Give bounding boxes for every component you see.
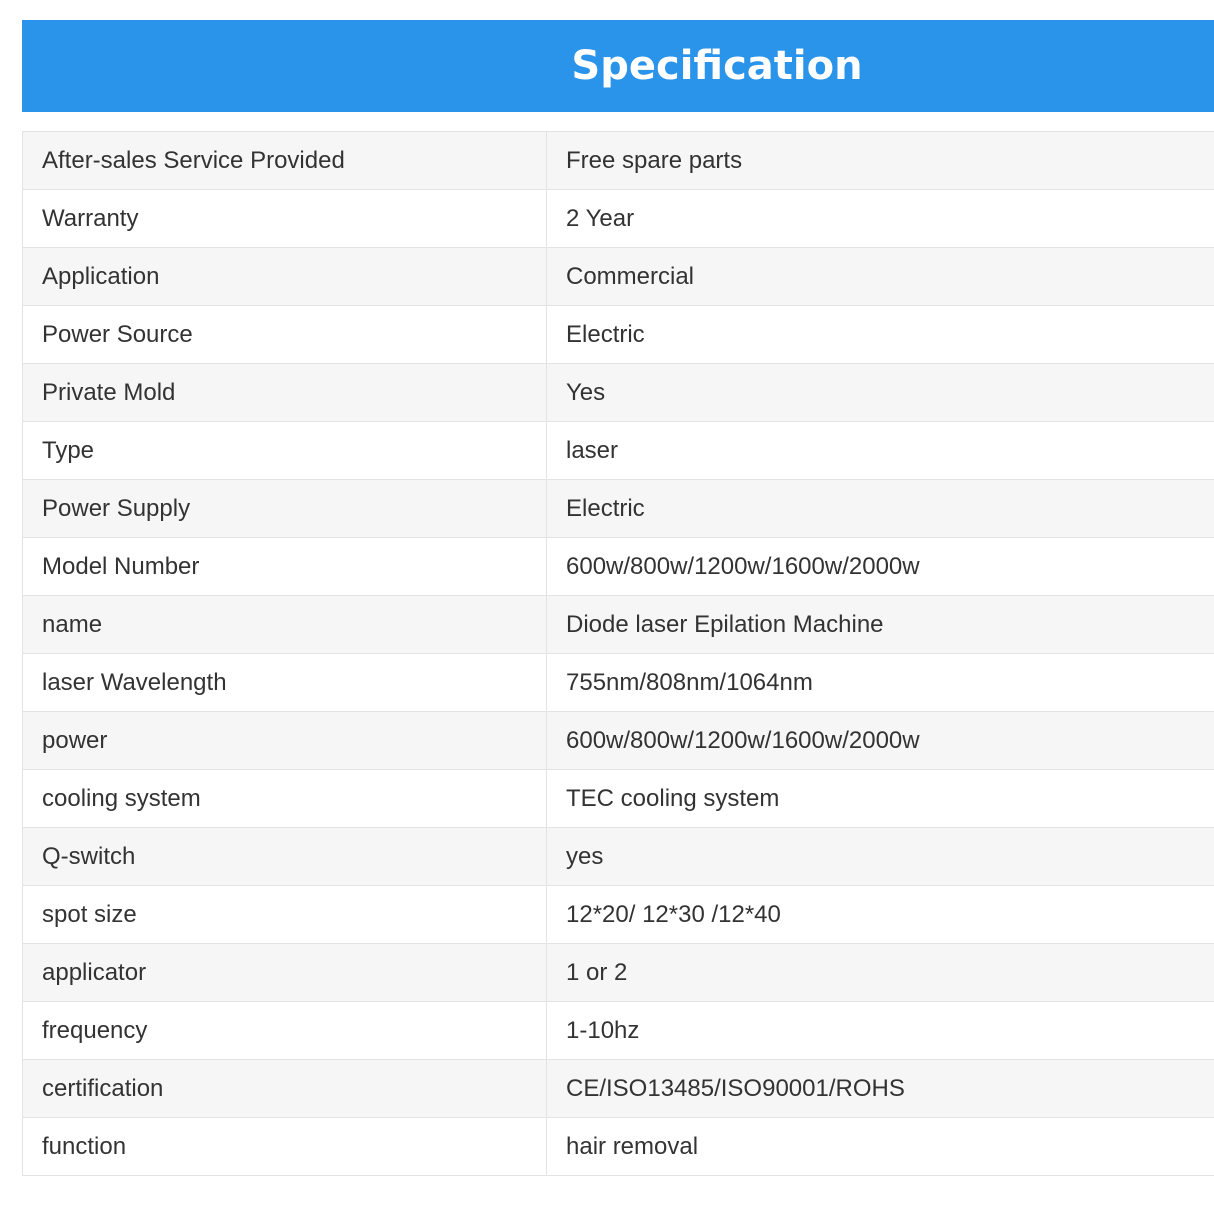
spec-value: Electric [546,305,1214,364]
spec-key: laser Wavelength [22,653,547,712]
spec-key: function [22,1117,547,1176]
table-row: Warranty 2 Year [22,189,1214,248]
spec-value: hair removal [546,1117,1214,1176]
table-row: name Diode laser Epilation Machine [22,595,1214,654]
spec-key: spot size [22,885,547,944]
table-row: function hair removal [22,1117,1214,1176]
spec-value: 2 Year [546,189,1214,248]
spec-key: name [22,595,547,654]
spec-key: Q-switch [22,827,547,886]
spec-value: CE/ISO13485/ISO90001/ROHS [546,1059,1214,1118]
spec-key: Type [22,421,547,480]
spec-key: applicator [22,943,547,1002]
spec-value: yes [546,827,1214,886]
spec-key: Model Number [22,537,547,596]
table-row: cooling system TEC cooling system [22,769,1214,828]
table-row: After-sales Service Provided Free spare … [22,131,1214,190]
table-row: Q-switch yes [22,827,1214,886]
spec-key: frequency [22,1001,547,1060]
spec-key: After-sales Service Provided [22,131,547,190]
table-row: certification CE/ISO13485/ISO90001/ROHS [22,1059,1214,1118]
table-row: spot size 12*20/ 12*30 /12*40 [22,885,1214,944]
table-row: applicator 1 or 2 [22,943,1214,1002]
table-row: power 600w/800w/1200w/1600w/2000w [22,711,1214,770]
spec-value: 755nm/808nm/1064nm [546,653,1214,712]
spec-value: Commercial [546,247,1214,306]
spec-key: Power Supply [22,479,547,538]
spec-value: 600w/800w/1200w/1600w/2000w [546,537,1214,596]
spec-key: Private Mold [22,363,547,422]
spec-value: 12*20/ 12*30 /12*40 [546,885,1214,944]
specification-title: Specification [571,43,863,89]
spec-value: Electric [546,479,1214,538]
spec-key: certification [22,1059,547,1118]
table-row: Power Supply Electric [22,479,1214,538]
table-row: Type laser [22,421,1214,480]
spec-key: Power Source [22,305,547,364]
table-row: frequency 1-10hz [22,1001,1214,1060]
table-row: Power Source Electric [22,305,1214,364]
spec-value: TEC cooling system [546,769,1214,828]
spec-key: Application [22,247,547,306]
spec-value: laser [546,421,1214,480]
spec-value: 1 or 2 [546,943,1214,1002]
spec-value: 1-10hz [546,1001,1214,1060]
spec-value: Free spare parts [546,131,1214,190]
table-row: Model Number 600w/800w/1200w/1600w/2000w [22,537,1214,596]
spec-table: After-sales Service Provided Free spare … [22,131,1214,1176]
table-row: Application Commercial [22,247,1214,306]
spec-key: Warranty [22,189,547,248]
spec-value: Yes [546,363,1214,422]
spec-value: 600w/800w/1200w/1600w/2000w [546,711,1214,770]
table-row: Private Mold Yes [22,363,1214,422]
spec-key: power [22,711,547,770]
spec-key: cooling system [22,769,547,828]
spec-value: Diode laser Epilation Machine [546,595,1214,654]
table-row: laser Wavelength 755nm/808nm/1064nm [22,653,1214,712]
